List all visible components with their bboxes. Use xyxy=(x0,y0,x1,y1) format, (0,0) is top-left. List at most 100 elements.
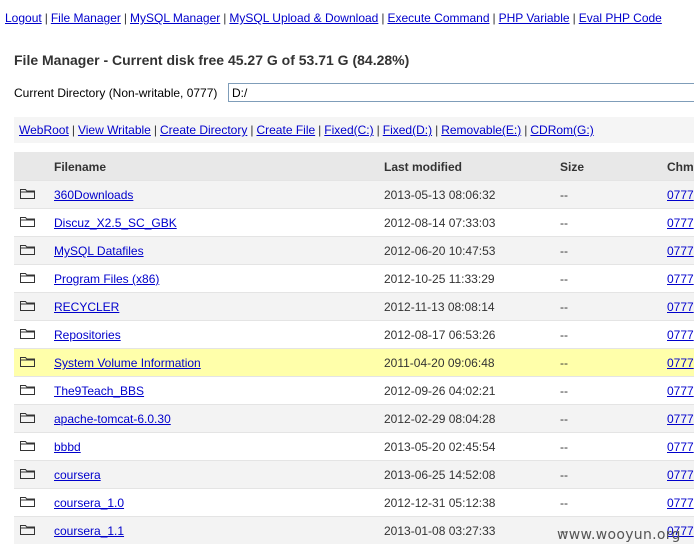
execute-command-link[interactable]: Execute Command xyxy=(387,11,489,25)
webroot-link[interactable]: WebRoot xyxy=(19,123,69,137)
header-size[interactable]: Size xyxy=(560,160,584,174)
directory-toolbar: WebRoot | View Writable | Create Directory | C… xyxy=(14,117,694,143)
folder-name-link[interactable]: Repositories xyxy=(54,328,121,342)
table-row: Program Files (x86) 2012-10-25 11:33:29 --… xyxy=(14,264,694,292)
nav-separator: | xyxy=(572,11,576,25)
last-modified-cell: 2012-09-26 04:02:21 xyxy=(384,384,496,398)
php-variable-link[interactable]: PHP Variable xyxy=(499,11,570,25)
nav-separator: | xyxy=(250,123,254,137)
table-row: bbbd 2013-05-20 02:45:54 -- 0777 xyxy=(14,432,694,460)
nav-separator: | xyxy=(223,11,227,25)
folder-icon xyxy=(20,468,35,482)
table-row: Repositories 2012-08-17 06:53:26 -- 0777 xyxy=(14,320,694,348)
folder-name-link[interactable]: System Volume Information xyxy=(54,356,201,370)
table-row: 360Downloads 2013-05-13 08:06:32 -- 0777 xyxy=(14,180,694,208)
view-writable-link[interactable]: View Writable xyxy=(78,123,151,137)
last-modified-cell: 2013-06-25 14:52:08 xyxy=(384,468,496,482)
chmod-link[interactable]: 0777 xyxy=(667,272,694,286)
table-row: apache-tomcat-6.0.30 2012-02-29 08:04:28 -… xyxy=(14,404,694,432)
size-cell: -- xyxy=(560,496,568,510)
header-last-modified[interactable]: Last modified xyxy=(384,160,462,174)
table-row: coursera_1.0 2012-12-31 05:12:38 -- 0777 xyxy=(14,488,694,516)
folder-name-link[interactable]: Program Files (x86) xyxy=(54,272,159,286)
current-directory-input[interactable] xyxy=(228,83,694,102)
folder-name-link[interactable]: Discuz_X2.5_SC_GBK xyxy=(54,216,177,230)
table-body: 360Downloads 2013-05-13 08:06:32 -- 0777 Dis… xyxy=(14,180,694,544)
chmod-link[interactable]: 0777 xyxy=(667,440,694,454)
mysql-upload-download-link[interactable]: MySQL Upload & Download xyxy=(229,11,378,25)
nav-separator: | xyxy=(435,123,439,137)
table-row: coursera 2013-06-25 14:52:08 -- 0777 xyxy=(14,460,694,488)
last-modified-cell: 2012-10-25 11:33:29 xyxy=(384,272,495,286)
chmod-link[interactable]: 0777 xyxy=(667,244,694,258)
last-modified-cell: 2012-08-17 06:53:26 xyxy=(384,328,496,342)
folder-name-link[interactable]: The9Teach_BBS xyxy=(54,384,144,398)
folder-name-link[interactable]: coursera xyxy=(54,468,101,482)
chmod-link[interactable]: 0777 xyxy=(667,384,694,398)
folder-icon xyxy=(20,244,35,258)
folder-name-link[interactable]: bbbd xyxy=(54,440,81,454)
size-cell: -- xyxy=(560,384,568,398)
folder-name-link[interactable]: apache-tomcat-6.0.30 xyxy=(54,412,171,426)
eval-php-code-link[interactable]: Eval PHP Code xyxy=(579,11,662,25)
size-cell: -- xyxy=(560,300,568,314)
table-header: Filename Last modified Size Chmo xyxy=(14,152,694,180)
logout-link[interactable]: Logout xyxy=(5,11,42,25)
size-cell: -- xyxy=(560,216,568,230)
folder-name-link[interactable]: coursera_1.1 xyxy=(54,524,124,538)
drive-e-link[interactable]: Removable(E:) xyxy=(441,123,521,137)
chmod-link[interactable]: 0777 xyxy=(667,300,694,314)
create-file-link[interactable]: Create File xyxy=(256,123,315,137)
table-row: RECYCLER 2012-11-13 08:08:14 -- 0777 xyxy=(14,292,694,320)
chmod-link[interactable]: 0777 xyxy=(667,328,694,342)
table-row: The9Teach_BBS 2012-09-26 04:02:21 -- 0777 xyxy=(14,376,694,404)
drive-g-link[interactable]: CDRom(G:) xyxy=(530,123,593,137)
chmod-link[interactable]: 0777 xyxy=(667,188,694,202)
nav-separator: | xyxy=(524,123,528,137)
folder-name-link[interactable]: 360Downloads xyxy=(54,188,133,202)
nav-separator: | xyxy=(123,11,127,25)
chmod-link[interactable]: 0777 xyxy=(667,216,694,230)
folder-icon xyxy=(20,300,35,314)
nav-separator: | xyxy=(153,123,157,137)
page-title: File Manager - Current disk free 45.27 G… xyxy=(14,52,410,68)
size-cell: -- xyxy=(560,468,568,482)
size-cell: -- xyxy=(560,412,568,426)
nav-separator: | xyxy=(492,11,496,25)
folder-name-link[interactable]: RECYCLER xyxy=(54,300,119,314)
folder-icon xyxy=(20,384,35,398)
size-cell: -- xyxy=(560,440,568,454)
chmod-link[interactable]: 0777 xyxy=(667,356,694,370)
size-cell: -- xyxy=(560,244,568,258)
folder-icon xyxy=(20,188,35,202)
chmod-link[interactable]: 0777 xyxy=(667,496,694,510)
size-cell: -- xyxy=(560,272,568,286)
folder-icon xyxy=(20,412,35,426)
last-modified-cell: 2013-01-08 03:27:33 xyxy=(384,524,496,538)
header-filename[interactable]: Filename xyxy=(54,160,106,174)
file-table: Filename Last modified Size Chmo 360Down… xyxy=(14,152,694,544)
folder-name-link[interactable]: coursera_1.0 xyxy=(54,496,124,510)
watermark: www.wooyun.org xyxy=(557,527,681,543)
chmod-link[interactable]: 0777 xyxy=(667,412,694,426)
table-row: MySQL Datafiles 2012-06-20 10:47:53 -- 0777 xyxy=(14,236,694,264)
chmod-link[interactable]: 0777 xyxy=(667,468,694,482)
size-cell: -- xyxy=(560,356,568,370)
table-row: Discuz_X2.5_SC_GBK 2012-08-14 07:33:03 -- 0… xyxy=(14,208,694,236)
size-cell: -- xyxy=(560,328,568,342)
last-modified-cell: 2011-04-20 09:06:48 xyxy=(384,356,495,370)
drive-d-link[interactable]: Fixed(D:) xyxy=(383,123,432,137)
drive-c-link[interactable]: Fixed(C:) xyxy=(324,123,373,137)
last-modified-cell: 2013-05-13 08:06:32 xyxy=(384,188,496,202)
create-directory-link[interactable]: Create Directory xyxy=(160,123,247,137)
nav-separator: | xyxy=(44,11,48,25)
folder-name-link[interactable]: MySQL Datafiles xyxy=(54,244,144,258)
nav-separator: | xyxy=(318,123,322,137)
current-directory-label: Current Directory (Non-writable, 0777) xyxy=(14,86,218,100)
mysql-manager-link[interactable]: MySQL Manager xyxy=(130,11,220,25)
header-chmod[interactable]: Chmo xyxy=(667,160,694,174)
file-manager-link[interactable]: File Manager xyxy=(51,11,121,25)
folder-icon xyxy=(20,216,35,230)
folder-icon xyxy=(20,328,35,342)
folder-icon xyxy=(20,496,35,510)
